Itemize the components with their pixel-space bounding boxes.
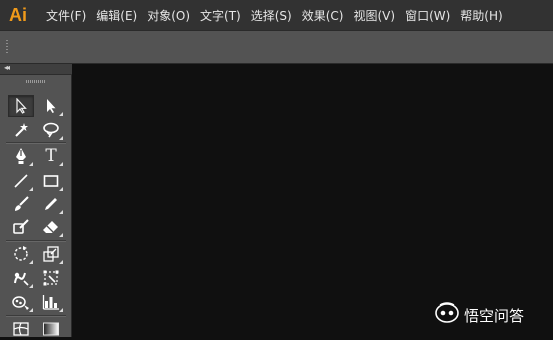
flyout-indicator-icon — [59, 210, 63, 214]
tools-panel-grip[interactable] — [26, 80, 46, 83]
type-tool-glyph: T — [45, 146, 57, 166]
menu-view[interactable]: 视图(V) — [353, 7, 395, 24]
lasso-tool-icon[interactable] — [38, 119, 64, 141]
flyout-indicator-icon — [59, 308, 63, 312]
collapse-icon[interactable]: ◂◂ — [4, 63, 10, 73]
type-tool-icon[interactable]: T — [38, 145, 64, 167]
flyout-indicator-icon — [29, 162, 33, 166]
menu-edit[interactable]: 编辑(E) — [96, 7, 137, 24]
tool-divider — [6, 315, 66, 317]
document-canvas[interactable] — [72, 64, 553, 337]
warp-tool-icon[interactable] — [8, 267, 34, 289]
symbol-sprayer-tool-icon[interactable] — [8, 291, 34, 313]
tools-panel: ◂◂ T — [0, 63, 72, 337]
flyout-indicator-icon — [59, 136, 63, 140]
paintbrush-tool-icon[interactable] — [8, 193, 34, 215]
flyout-indicator-icon — [29, 308, 33, 312]
watermark-text: 悟空问答 — [464, 306, 525, 325]
column-graph-tool-icon[interactable] — [38, 291, 64, 313]
menu-type[interactable]: 文字(T) — [200, 7, 241, 24]
tool-divider — [6, 142, 66, 144]
control-bar-grip[interactable] — [6, 40, 8, 55]
menu-help[interactable]: 帮助(H) — [460, 7, 502, 24]
flyout-indicator-icon — [59, 112, 63, 116]
flyout-indicator-icon — [59, 187, 63, 191]
eraser-tool-icon[interactable] — [38, 216, 64, 238]
pencil-tool-icon[interactable] — [38, 193, 64, 215]
watermark: 悟空问答 — [434, 300, 524, 330]
magic-wand-tool-icon[interactable] — [8, 119, 34, 141]
menu-effect[interactable]: 效果(C) — [302, 7, 344, 24]
rectangle-tool-icon[interactable] — [38, 170, 64, 192]
blob-brush-tool-icon[interactable] — [8, 216, 34, 238]
tool-divider — [6, 240, 66, 242]
scale-tool-icon[interactable] — [38, 243, 64, 265]
selection-tool-icon[interactable] — [8, 95, 34, 117]
menu-window[interactable]: 窗口(W) — [405, 7, 450, 24]
pen-tool-icon[interactable] — [8, 145, 34, 167]
control-bar — [0, 30, 553, 64]
menu-select[interactable]: 选择(S) — [251, 7, 292, 24]
flyout-indicator-icon — [59, 260, 63, 264]
line-segment-tool-icon[interactable] — [8, 170, 34, 192]
menu-bar: Ai 文件(F) 编辑(E) 对象(O) 文字(T) 选择(S) 效果(C) 视… — [0, 0, 553, 30]
free-transform-tool-icon[interactable] — [38, 267, 64, 289]
wukong-logo-icon — [434, 302, 460, 328]
menu-object[interactable]: 对象(O) — [147, 7, 190, 24]
tools-panel-header: ◂◂ — [0, 63, 72, 75]
menu-file[interactable]: 文件(F) — [46, 7, 86, 24]
flyout-indicator-icon — [29, 187, 33, 191]
app-logo: Ai — [9, 4, 27, 25]
rotate-tool-icon[interactable] — [8, 243, 34, 265]
flyout-indicator-icon — [59, 162, 63, 166]
flyout-indicator-icon — [59, 233, 63, 237]
direct-selection-tool-icon[interactable] — [38, 95, 64, 117]
flyout-indicator-icon — [29, 284, 33, 288]
flyout-indicator-icon — [29, 260, 33, 264]
